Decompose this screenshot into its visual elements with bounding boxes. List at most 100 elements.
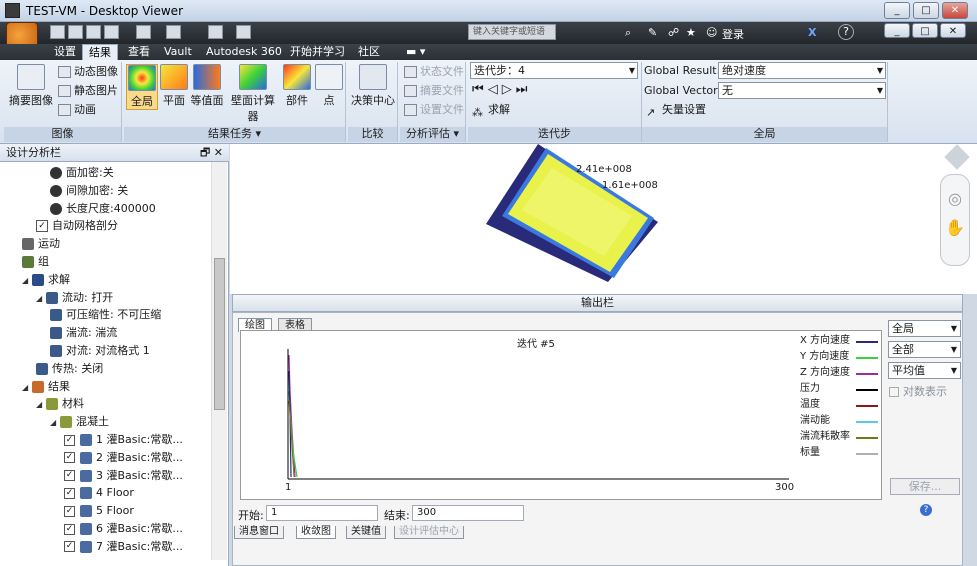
help-button[interactable]: ?	[838, 24, 854, 40]
tree-scrollbar[interactable]	[211, 162, 227, 560]
scope-select[interactable]: 全局 ▼	[888, 320, 961, 337]
tree-item[interactable]: ✓ 2 灌Basic:常歇...	[0, 449, 183, 467]
visibility-checkbox[interactable]: ✓	[64, 541, 75, 553]
tree-item[interactable]: 对流: 对流格式 1	[0, 342, 150, 360]
minimize-button[interactable]: _	[884, 2, 910, 19]
pan-hand-icon[interactable]: ✋	[941, 218, 969, 237]
tree-item[interactable]: 湍流: 湍流	[0, 324, 117, 342]
steering-wheel-icon[interactable]: ◎	[941, 189, 969, 208]
binoculars-icon[interactable]: ⌕	[625, 26, 631, 40]
visibility-checkbox[interactable]: ✓	[64, 470, 75, 482]
user-icon[interactable]: ☺	[706, 26, 717, 39]
global-result-select[interactable]: 绝对速度 ▼	[718, 62, 886, 79]
tree-item[interactable]: 组	[0, 253, 49, 271]
tree-item[interactable]: ✓ 3 灌Basic:常歇...	[0, 467, 183, 485]
close-button[interactable]: ✕	[942, 2, 968, 19]
tree-item[interactable]: ◢ 结果	[0, 378, 70, 396]
exchange-icon[interactable]: X	[808, 26, 816, 39]
isosurface-button[interactable]: 等值面	[190, 64, 224, 110]
tree-item[interactable]: 运动	[0, 235, 60, 253]
view-cube-icon[interactable]	[166, 25, 181, 39]
dynamic-image-button[interactable]: 动态图像	[58, 63, 118, 81]
visibility-checkbox[interactable]: ✓	[64, 452, 75, 464]
first-step-icon[interactable]: ⏮	[472, 82, 488, 97]
save-button[interactable]: 保存...	[890, 478, 960, 495]
window-layout-icon[interactable]	[236, 25, 251, 39]
checkbox-box[interactable]	[889, 387, 899, 397]
tree-item[interactable]: ◢ 求解	[0, 271, 70, 289]
animation-button[interactable]: 动画	[58, 101, 96, 119]
3d-viewport[interactable]: 2.41e+008 1.61e+008 ◎ ✋	[230, 144, 977, 294]
tree-item[interactable]: ✓ 自动网格剖分	[0, 217, 118, 235]
scrollbar-thumb[interactable]	[214, 258, 225, 410]
tree-item[interactable]: ✓ 1 灌Basic:常歇...	[0, 431, 183, 449]
layout-icon[interactable]	[208, 25, 223, 39]
tree-item[interactable]: ✓ 4 Floor	[0, 484, 134, 502]
expand-toggle-icon[interactable]: ◢	[22, 379, 32, 397]
doc-restore-button[interactable]: □	[912, 23, 938, 38]
settings-file-button[interactable]: 设置文件	[404, 101, 464, 119]
wrench-icon[interactable]: ✎	[648, 26, 657, 39]
tab-vault[interactable]: Vault	[158, 44, 198, 60]
expand-toggle-icon[interactable]: ◢	[50, 414, 60, 432]
average-select[interactable]: 平均值 ▼	[888, 362, 961, 379]
doc-minimize-button[interactable]: _	[884, 23, 910, 38]
connect-icon[interactable]: ☍	[668, 26, 679, 39]
panel-pin-close-icon[interactable]: 🗗 ✕	[200, 144, 223, 161]
maximize-button[interactable]: □	[913, 2, 939, 19]
visibility-checkbox[interactable]: ✓	[64, 523, 75, 535]
solve-button[interactable]: ⁂ 求解	[472, 101, 510, 119]
tab-message-window[interactable]: 消息窗口	[234, 526, 284, 539]
tree-item[interactable]: ✓ 6 灌Basic:常歇...	[0, 520, 183, 538]
expand-toggle-icon[interactable]: ◢	[36, 290, 46, 308]
tab-design-review-center[interactable]: 设计评估中心	[394, 526, 464, 539]
log-display-checkbox[interactable]: 对数表示	[889, 383, 947, 399]
visibility-checkbox[interactable]: ✓	[64, 434, 75, 446]
tab-autodesk-360[interactable]: Autodesk 360	[200, 44, 288, 60]
status-file-button[interactable]: 状态文件	[404, 63, 464, 81]
geometry-icon[interactable]	[136, 25, 151, 39]
next-step-icon[interactable]: ▷	[502, 82, 516, 97]
save-as-icon[interactable]	[104, 25, 119, 39]
tab-community[interactable]: 社区	[352, 44, 386, 60]
tree-item[interactable]: ◢ 材料	[0, 395, 84, 413]
tree-item[interactable]: 面加密:关	[0, 164, 114, 182]
quantity-select[interactable]: 全部 ▼	[888, 341, 961, 358]
doc-close-button[interactable]: ✕	[940, 23, 966, 38]
new-icon[interactable]	[50, 25, 65, 39]
wall-calculator-button[interactable]: 壁面计算器	[226, 64, 280, 123]
open-icon[interactable]	[68, 25, 83, 39]
expand-toggle-icon[interactable]: ◢	[36, 396, 46, 414]
tab-getting-started[interactable]: 开始并学习	[284, 44, 351, 60]
login-link[interactable]: 登录	[722, 26, 744, 42]
start-field[interactable]: 1	[266, 505, 378, 521]
tree-item[interactable]: 间隙加密: 关	[0, 182, 128, 200]
tab-critical-values[interactable]: 关键值	[346, 526, 386, 539]
analysis-label[interactable]: 分析评估 ▾	[400, 127, 465, 142]
point-button[interactable]: 点	[314, 64, 344, 110]
static-image-button[interactable]: 静态图片	[58, 82, 118, 100]
save-icon[interactable]	[86, 25, 101, 39]
tree-item[interactable]: ✓ 5 Floor	[0, 502, 134, 520]
parts-button[interactable]: 部件	[282, 64, 312, 110]
tab-results[interactable]: 结果	[82, 44, 118, 60]
tree-item[interactable]: ◢ 流动: 打开	[0, 289, 113, 307]
summary-file-button[interactable]: 摘要文件	[404, 82, 464, 100]
tree-item[interactable]: 传热: 关闭	[0, 360, 103, 378]
tree-item[interactable]: ✓ 7 灌Basic:常歇...	[0, 538, 183, 556]
vector-settings-button[interactable]: ↗ 矢量设置	[646, 101, 706, 119]
help-icon[interactable]: ?	[920, 504, 932, 516]
star-icon[interactable]: ★	[686, 26, 696, 39]
result-tasks-label[interactable]: 结果任务 ▾	[124, 127, 345, 142]
global-button[interactable]: 全局	[126, 64, 158, 110]
tree-item[interactable]: ◢ 混凝土	[0, 413, 109, 431]
prev-step-icon[interactable]: ◁	[488, 82, 502, 97]
plane-button[interactable]: 平面	[158, 64, 190, 110]
visibility-checkbox[interactable]: ✓	[64, 487, 75, 499]
tab-view[interactable]: 查看	[122, 44, 156, 60]
expand-toggle-icon[interactable]: ◢	[22, 272, 32, 290]
tab-setup[interactable]: 设置	[48, 44, 82, 60]
tree-item[interactable]: 可压缩性: 不可压缩	[0, 306, 161, 324]
visibility-checkbox[interactable]: ✓	[64, 505, 75, 517]
global-vector-select[interactable]: 无 ▼	[718, 82, 886, 99]
